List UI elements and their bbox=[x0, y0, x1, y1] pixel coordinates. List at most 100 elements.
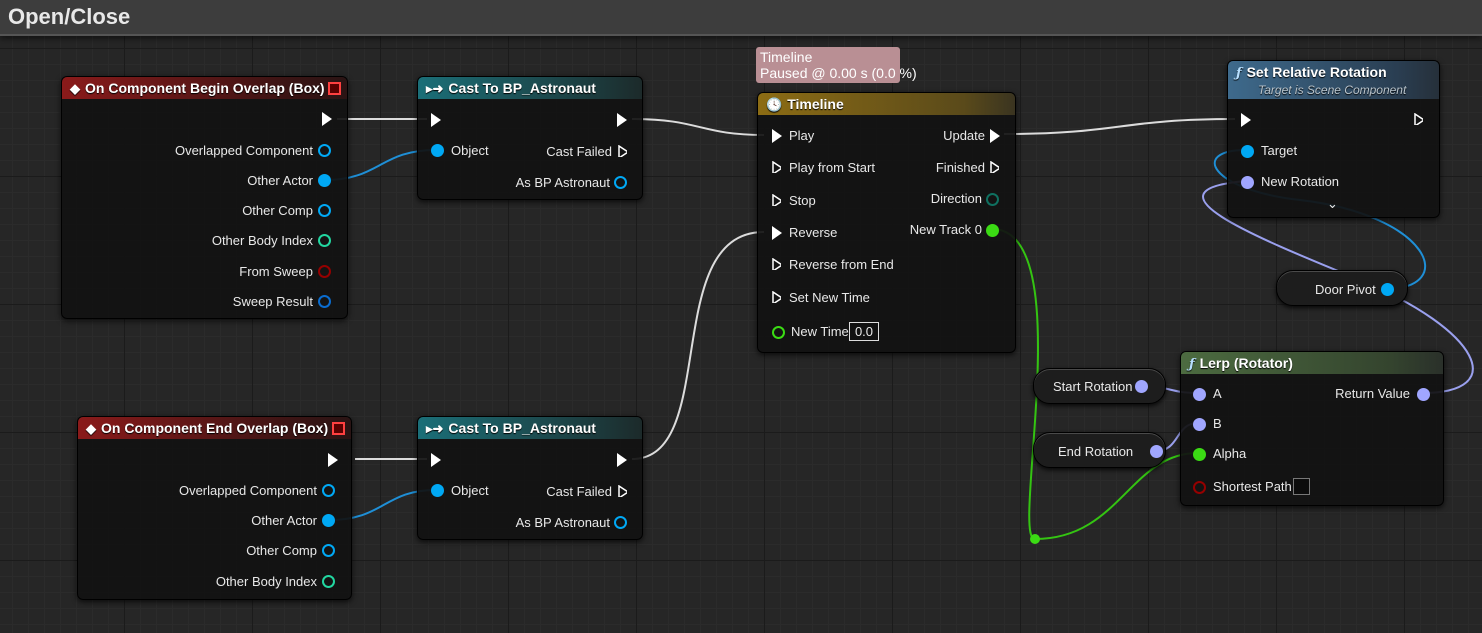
pin-label: Other Comp bbox=[242, 203, 313, 218]
lerp-rotator-node[interactable]: ƒ Lerp (Rotator) A B Alpha Shortest Path … bbox=[1180, 351, 1444, 506]
node-header: ▸➜ Cast To BP_Astronaut bbox=[418, 417, 642, 439]
shortest-path-pin[interactable] bbox=[1193, 481, 1206, 494]
direction-pin[interactable] bbox=[986, 193, 999, 206]
delegate-icon bbox=[332, 422, 345, 435]
object-pin[interactable] bbox=[431, 484, 444, 497]
object-pin[interactable] bbox=[431, 144, 444, 157]
other-comp-pin[interactable] bbox=[322, 544, 335, 557]
other-actor-pin[interactable] bbox=[322, 514, 335, 527]
pin-label: B bbox=[1213, 416, 1222, 431]
stop-pin[interactable] bbox=[772, 194, 781, 206]
play-from-start-pin[interactable] bbox=[772, 161, 781, 173]
other-body-index-pin[interactable] bbox=[318, 234, 331, 247]
node-title: Cast To BP_Astronaut bbox=[448, 420, 596, 436]
alpha-pin[interactable] bbox=[1193, 448, 1206, 461]
shortest-path-checkbox[interactable] bbox=[1293, 478, 1310, 495]
pin-label: Sweep Result bbox=[232, 294, 313, 309]
cast-icon: ▸➜ bbox=[426, 81, 444, 96]
pin-label: Object bbox=[451, 483, 489, 498]
cast-node-2[interactable]: ▸➜ Cast To BP_Astronaut Object Cast Faile… bbox=[417, 416, 643, 540]
pin-label: As BP Astronaut bbox=[515, 175, 610, 190]
reverse-from-end-pin[interactable] bbox=[772, 258, 781, 270]
exec-out-pin[interactable] bbox=[617, 113, 627, 127]
reroute-node bbox=[1030, 534, 1040, 544]
a-pin[interactable] bbox=[1193, 388, 1206, 401]
pin-label: Update bbox=[943, 128, 985, 143]
pin-label: Direction bbox=[930, 191, 982, 206]
function-icon: ƒ bbox=[1236, 66, 1242, 81]
other-actor-pin[interactable] bbox=[318, 174, 331, 187]
play-pin[interactable] bbox=[772, 129, 782, 143]
other-comp-pin[interactable] bbox=[318, 204, 331, 217]
door-pivot-pin[interactable] bbox=[1381, 283, 1394, 296]
function-icon: ƒ bbox=[1189, 357, 1195, 372]
node-header: ◆ On Component End Overlap (Box) bbox=[78, 417, 351, 439]
exec-out-pin[interactable] bbox=[617, 453, 627, 467]
as-bp-astronaut-pin[interactable] bbox=[614, 516, 627, 529]
pin-label: Other Body Index bbox=[215, 574, 317, 589]
graph-title-bar: Open/Close bbox=[0, 0, 1482, 36]
as-bp-astronaut-pin[interactable] bbox=[614, 176, 627, 189]
node-header: ƒ Set Relative Rotation Target is Scene C… bbox=[1228, 61, 1439, 99]
graph-title: Open/Close bbox=[8, 4, 131, 29]
variable-label: End Rotation bbox=[1058, 444, 1134, 459]
clock-icon: 🕓 bbox=[766, 97, 783, 112]
return-value-pin[interactable] bbox=[1417, 388, 1430, 401]
from-sweep-pin[interactable] bbox=[318, 265, 331, 278]
timeline-node[interactable]: 🕓 Timeline Play Play from Start Stop Reve… bbox=[757, 92, 1016, 353]
cast-failed-pin[interactable] bbox=[618, 485, 627, 497]
update-pin[interactable] bbox=[990, 129, 1000, 143]
exec-out-pin[interactable] bbox=[322, 112, 332, 126]
new-track-0-pin[interactable] bbox=[986, 224, 999, 237]
pin-label: Overlapped Component bbox=[174, 143, 313, 158]
pin-label: From Sweep bbox=[239, 264, 313, 279]
node-subtitle: Target is Scene Component bbox=[1258, 83, 1407, 97]
finished-pin[interactable] bbox=[990, 161, 999, 173]
set-new-time-pin[interactable] bbox=[772, 291, 781, 303]
event-node-end-overlap[interactable]: ◆ On Component End Overlap (Box) Overlapp… bbox=[77, 416, 352, 600]
node-title: Timeline bbox=[787, 96, 844, 112]
sweep-result-pin[interactable] bbox=[318, 295, 331, 308]
other-body-index-pin[interactable] bbox=[322, 575, 335, 588]
pin-label: Play from Start bbox=[789, 160, 875, 175]
exec-in-pin[interactable] bbox=[431, 113, 441, 127]
exec-wire bbox=[631, 118, 765, 136]
target-pin[interactable] bbox=[1241, 145, 1254, 158]
pin-label: Other Comp bbox=[246, 543, 317, 558]
node-title: Set Relative Rotation bbox=[1246, 64, 1387, 80]
pin-label: Finished bbox=[935, 160, 985, 175]
new-time-input[interactable]: 0.0 bbox=[849, 322, 879, 341]
start-rotation-variable[interactable]: Start Rotation bbox=[1033, 368, 1166, 404]
end-rotation-variable[interactable]: End Rotation bbox=[1033, 432, 1166, 468]
expand-chevron-icon[interactable]: ⌄ bbox=[1327, 196, 1338, 212]
reverse-pin[interactable] bbox=[772, 226, 782, 240]
pin-label: Cast Failed bbox=[546, 144, 612, 159]
pin-label: Other Actor bbox=[251, 513, 317, 528]
pin-label: Return Value bbox=[1335, 386, 1410, 401]
new-time-pin[interactable] bbox=[772, 326, 785, 339]
node-header: ƒ Lerp (Rotator) bbox=[1181, 352, 1443, 374]
start-rotation-pin[interactable] bbox=[1135, 380, 1148, 393]
exec-in-pin[interactable] bbox=[431, 453, 441, 467]
pin-label: Stop bbox=[789, 193, 816, 208]
exec-out-pin[interactable] bbox=[328, 453, 338, 467]
cast-failed-pin[interactable] bbox=[618, 145, 627, 157]
exec-in-pin[interactable] bbox=[1241, 113, 1251, 127]
event-node-begin-overlap[interactable]: ◆ On Component Begin Overlap (Box) Overla… bbox=[61, 76, 348, 319]
pin-label: Overlapped Component bbox=[178, 483, 317, 498]
exec-wire bbox=[1003, 118, 1236, 135]
overlapped-component-pin[interactable] bbox=[318, 144, 331, 157]
b-pin[interactable] bbox=[1193, 418, 1206, 431]
exec-out-pin[interactable] bbox=[1414, 113, 1423, 125]
pin-label: As BP Astronaut bbox=[515, 515, 610, 530]
door-pivot-variable[interactable]: Door Pivot bbox=[1276, 270, 1408, 306]
node-title: Cast To BP_Astronaut bbox=[448, 80, 596, 96]
end-rotation-pin[interactable] bbox=[1150, 445, 1163, 458]
pin-label: Target bbox=[1261, 143, 1298, 158]
pin-label: Shortest Path bbox=[1213, 479, 1292, 494]
overlapped-component-pin[interactable] bbox=[322, 484, 335, 497]
set-relative-rotation-node[interactable]: ƒ Set Relative Rotation Target is Scene C… bbox=[1227, 60, 1440, 218]
cast-node-1[interactable]: ▸➜ Cast To BP_Astronaut Object Cast Faile… bbox=[417, 76, 643, 200]
new-rotation-pin[interactable] bbox=[1241, 176, 1254, 189]
pin-label: Reverse bbox=[789, 225, 838, 240]
